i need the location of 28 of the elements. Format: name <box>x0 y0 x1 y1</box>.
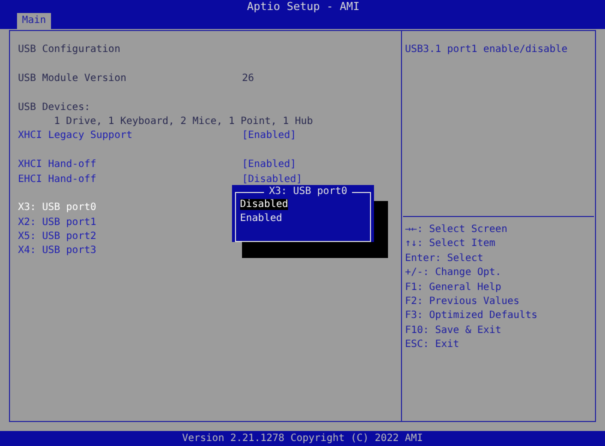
setting-label[interactable]: EHCI Hand-off <box>18 172 242 187</box>
info-value: 26 <box>242 72 254 86</box>
main-tab[interactable]: Main <box>17 13 52 29</box>
footer-text: Version 2.21.1278 Copyright (C) 2022 AMI <box>0 431 605 446</box>
popup-title: X3: USB port0 <box>264 185 352 200</box>
setting-label[interactable]: X4: USB port3 <box>18 244 242 259</box>
key-hint: +/-: Change Opt. <box>405 266 502 280</box>
info-label: USB Module Version <box>18 72 128 86</box>
key-hint: ESC: Exit <box>405 338 460 352</box>
setting-label[interactable]: XHCI Legacy Support <box>18 129 242 144</box>
key-hint: ↑↓: Select Item <box>405 237 496 252</box>
setting-label[interactable]: XHCI Hand-off <box>18 158 242 173</box>
popup-option[interactable]: Enabled <box>240 213 282 224</box>
section-heading: USB Devices: <box>18 100 92 115</box>
section-heading: USB Configuration <box>18 43 122 57</box>
key-hint: Enter: Select <box>405 252 484 266</box>
help-text: USB3.1 port1 enable/disable <box>404 43 569 57</box>
device-summary: 1 Drive, 1 Keyboard, 2 Mice, 1 Point, 1 Hub <box>53 114 313 129</box>
setting-value[interactable]: [Enabled] <box>242 158 296 173</box>
key-hint: F1: General Help <box>405 280 502 295</box>
setting-value[interactable]: [Enabled] <box>242 129 296 144</box>
key-hint: F2: Previous Values <box>405 295 520 310</box>
setting-value[interactable]: [Disabled] <box>242 172 302 187</box>
key-hint: F3: Optimized Defaults <box>405 309 538 324</box>
window-title: Aptio Setup - AMI <box>247 0 360 14</box>
popup-option[interactable]: Disabled <box>240 199 288 210</box>
key-hint: →←: Select Screen <box>405 223 508 237</box>
key-hint: F10: Save & Exit <box>405 324 502 338</box>
